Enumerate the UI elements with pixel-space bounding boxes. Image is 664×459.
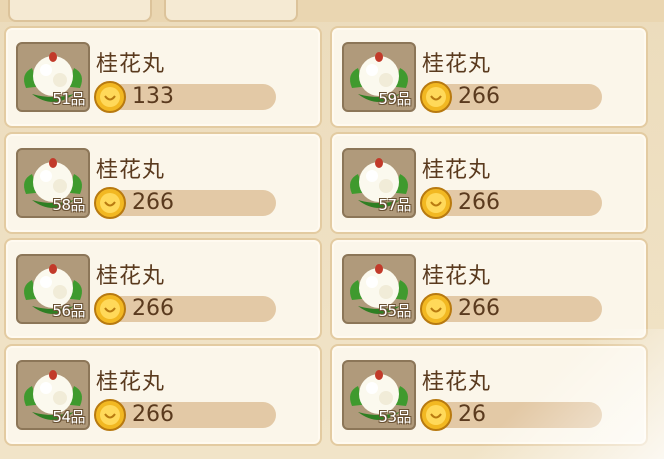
item-icon-frame: 53品 <box>342 360 416 430</box>
price-bar: 266 <box>94 187 276 219</box>
price-bar: 266 <box>420 187 602 219</box>
item-icon-frame: 55品 <box>342 254 416 324</box>
item-icon-frame: 54品 <box>16 360 90 430</box>
price-bar: 133 <box>94 81 276 113</box>
item-card[interactable]: 51品 桂花丸 133 <box>4 26 322 128</box>
item-grade: 53品 <box>378 408 411 426</box>
item-name: 桂花丸 <box>422 52 492 77</box>
item-price: 266 <box>132 190 174 215</box>
item-card[interactable]: 55品 桂花丸 266 <box>330 238 648 340</box>
item-price: 266 <box>458 190 500 215</box>
item-icon-frame: 58品 <box>16 148 90 218</box>
item-card[interactable]: 53品 桂花丸 26 <box>330 344 648 446</box>
gold-coin-icon <box>420 399 452 431</box>
item-icon-frame: 56品 <box>16 254 90 324</box>
item-price: 266 <box>458 84 500 109</box>
item-grid: 51品 桂花丸 133 59品 桂花丸 266 58品 桂花丸 266 57品 … <box>4 26 648 446</box>
gold-coin-icon <box>94 293 126 325</box>
price-bar: 266 <box>94 399 276 431</box>
item-grade: 51品 <box>52 90 85 108</box>
item-icon-frame: 57品 <box>342 148 416 218</box>
item-card[interactable]: 59品 桂花丸 266 <box>330 26 648 128</box>
top-tab-middle[interactable] <box>164 0 298 22</box>
gold-coin-icon <box>420 293 452 325</box>
gold-coin-icon <box>94 81 126 113</box>
top-tab-strip <box>0 0 664 22</box>
item-name: 桂花丸 <box>96 264 166 289</box>
item-price: 133 <box>132 84 174 109</box>
item-name: 桂花丸 <box>422 158 492 183</box>
item-card[interactable]: 56品 桂花丸 266 <box>4 238 322 340</box>
item-grade: 57品 <box>378 196 411 214</box>
shop-panel: 51品 桂花丸 133 59品 桂花丸 266 58品 桂花丸 266 57品 … <box>0 0 664 459</box>
price-bar: 266 <box>420 293 602 325</box>
item-grade: 56品 <box>52 302 85 320</box>
gold-coin-icon <box>420 187 452 219</box>
item-grade: 58品 <box>52 196 85 214</box>
item-price: 266 <box>132 402 174 427</box>
item-grade: 54品 <box>52 408 85 426</box>
price-bar: 26 <box>420 399 602 431</box>
item-grade: 59品 <box>378 90 411 108</box>
top-tab-left[interactable] <box>8 0 152 22</box>
item-icon-frame: 59品 <box>342 42 416 112</box>
item-name: 桂花丸 <box>96 52 166 77</box>
item-name: 桂花丸 <box>422 264 492 289</box>
gold-coin-icon <box>94 399 126 431</box>
item-card[interactable]: 58品 桂花丸 266 <box>4 132 322 234</box>
item-card[interactable]: 54品 桂花丸 266 <box>4 344 322 446</box>
item-name: 桂花丸 <box>96 370 166 395</box>
price-bar: 266 <box>420 81 602 113</box>
gold-coin-icon <box>94 187 126 219</box>
item-price: 266 <box>458 296 500 321</box>
item-name: 桂花丸 <box>422 370 492 395</box>
item-grade: 55品 <box>378 302 411 320</box>
item-icon-frame: 51品 <box>16 42 90 112</box>
item-name: 桂花丸 <box>96 158 166 183</box>
price-bar: 266 <box>94 293 276 325</box>
gold-coin-icon <box>420 81 452 113</box>
item-price: 26 <box>458 402 486 427</box>
item-price: 266 <box>132 296 174 321</box>
item-card[interactable]: 57品 桂花丸 266 <box>330 132 648 234</box>
